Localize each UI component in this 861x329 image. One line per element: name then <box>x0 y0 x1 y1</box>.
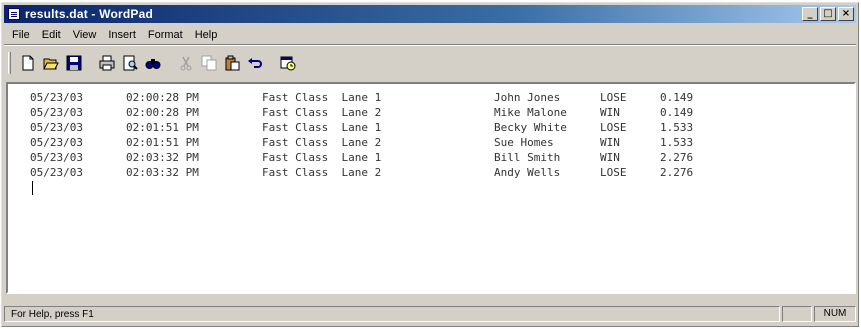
toolbar-grip[interactable] <box>8 52 11 74</box>
text-cursor <box>32 181 33 195</box>
cell-name: Bill Smith <box>494 151 561 164</box>
cell-date: 05/23/03 <box>30 151 83 164</box>
status-cell-blank <box>782 306 812 322</box>
close-button[interactable]: × <box>838 7 854 21</box>
text-line: 05/23/03 02:00:28 PM Fast Class Lane 1 John… <box>30 90 720 105</box>
cell-date: 05/23/03 <box>30 106 83 119</box>
cell-elapsed: 1.533 <box>660 121 694 134</box>
print-icon <box>99 55 114 71</box>
cell-name: Andy Wells <box>494 166 561 179</box>
text-line: 05/23/03 02:03:32 PM Fast Class Lane 1 Bill… <box>30 150 720 165</box>
cell-elapsed: 1.533 <box>660 136 694 149</box>
cell-result: LOSE <box>600 91 627 104</box>
cell-time: 02:00:28 PM <box>126 91 199 104</box>
toolbar <box>4 48 856 78</box>
cell-date: 05/23/03 <box>30 136 83 149</box>
menu-help[interactable]: Help <box>189 29 224 41</box>
cell-time: 02:03:32 PM <box>126 151 199 164</box>
date-time-button[interactable] <box>277 53 298 74</box>
status-bar: For Help, press F1 NUM <box>4 305 856 323</box>
window-title: results.dat - WordPad <box>25 7 153 21</box>
cell-result: WIN <box>600 106 620 119</box>
find-icon <box>145 59 160 69</box>
cell-elapsed: 2.276 <box>660 151 694 164</box>
cell-race: Fast Class Lane 2 <box>262 166 382 179</box>
cell-race: Fast Class Lane 1 <box>262 91 382 104</box>
print-preview-button[interactable] <box>119 53 140 74</box>
copy-button[interactable] <box>198 53 219 74</box>
new-icon <box>22 55 33 71</box>
document-area[interactable]: 05/23/03 02:00:28 PM Fast Class Lane 1 John… <box>6 82 856 294</box>
date-time-icon <box>280 56 295 71</box>
cell-date: 05/23/03 <box>30 121 83 134</box>
new-button[interactable] <box>17 53 38 74</box>
text-line: 05/23/03 02:01:51 PM Fast Class Lane 2 Sue … <box>30 135 720 150</box>
text-line: 05/23/03 02:01:51 PM Fast Class Lane 1 Beck… <box>30 120 720 135</box>
undo-icon <box>247 58 262 68</box>
menu-bar: File Edit View Insert Format Help <box>4 25 856 44</box>
title-bar[interactable]: results.dat - WordPad _ □ × <box>4 5 856 23</box>
cell-elapsed: 2.276 <box>660 166 694 179</box>
cell-elapsed: 0.149 <box>660 106 694 119</box>
open-button[interactable] <box>40 53 61 74</box>
cut-button[interactable] <box>175 53 196 74</box>
save-icon <box>66 55 81 71</box>
menu-file[interactable]: File <box>4 29 36 41</box>
num-lock-indicator: NUM <box>814 306 856 322</box>
cell-date: 05/23/03 <box>30 91 83 104</box>
cell-race: Fast Class Lane 1 <box>262 121 382 134</box>
paste-button[interactable] <box>221 53 242 74</box>
menu-format[interactable]: Format <box>142 29 189 41</box>
cell-name: Mike Malone <box>494 106 567 119</box>
cell-time: 02:01:51 PM <box>126 121 199 134</box>
text-line: 05/23/03 02:03:32 PM Fast Class Lane 2 Andy… <box>30 165 720 180</box>
menu-view[interactable]: View <box>67 29 103 41</box>
paste-icon <box>225 55 239 71</box>
cell-race: Fast Class Lane 1 <box>262 151 382 164</box>
print-button[interactable] <box>96 53 117 74</box>
cell-time: 02:00:28 PM <box>126 106 199 119</box>
cell-time: 02:01:51 PM <box>126 136 199 149</box>
cell-result: WIN <box>600 151 620 164</box>
open-icon <box>42 58 59 70</box>
cell-race: Fast Class Lane 2 <box>262 136 382 149</box>
copy-icon <box>201 55 216 71</box>
undo-button[interactable] <box>244 53 265 74</box>
cell-result: LOSE <box>600 121 627 134</box>
cell-race: Fast Class Lane 2 <box>262 106 382 119</box>
cell-name: Becky White <box>494 121 567 134</box>
window-controls: _ □ × <box>802 7 854 21</box>
print-preview-icon <box>123 55 138 71</box>
cell-name: John Jones <box>494 91 561 104</box>
cell-date: 05/23/03 <box>30 166 83 179</box>
cell-result: LOSE <box>600 166 627 179</box>
maximize-button[interactable]: □ <box>820 7 836 21</box>
cell-elapsed: 0.149 <box>660 91 694 104</box>
toolbar-divider <box>4 44 856 46</box>
wordpad-window: results.dat - WordPad _ □ × File Edit Vi… <box>1 2 859 327</box>
status-help-text: For Help, press F1 <box>4 306 780 322</box>
wordpad-app-icon[interactable] <box>8 8 20 20</box>
cell-result: WIN <box>600 136 620 149</box>
minimize-button[interactable]: _ <box>802 7 818 21</box>
save-button[interactable] <box>63 53 84 74</box>
cut-icon <box>180 56 191 71</box>
document-text: 05/23/03 02:00:28 PM Fast Class Lane 1 John… <box>30 90 720 180</box>
cell-name: Sue Homes <box>494 136 554 149</box>
find-button[interactable] <box>142 53 163 74</box>
menu-edit[interactable]: Edit <box>36 29 67 41</box>
menu-insert[interactable]: Insert <box>102 29 142 41</box>
cell-time: 02:03:32 PM <box>126 166 199 179</box>
text-line: 05/23/03 02:00:28 PM Fast Class Lane 2 Mike… <box>30 105 720 120</box>
